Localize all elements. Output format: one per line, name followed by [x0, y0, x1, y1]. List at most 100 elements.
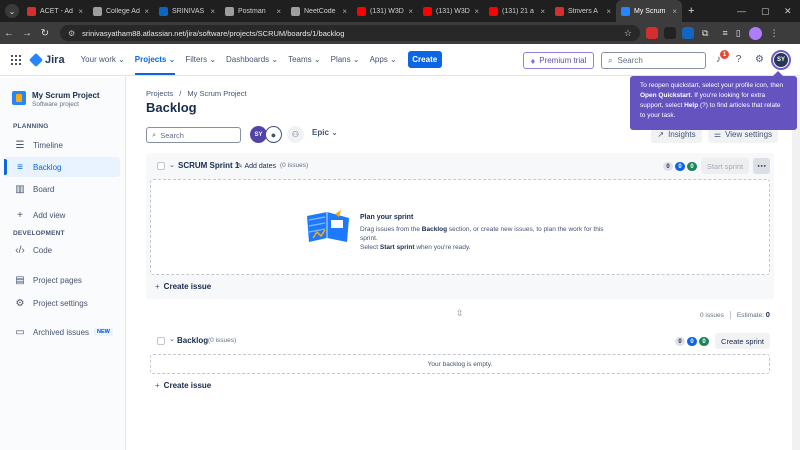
breadcrumb-separator: / [179, 89, 182, 98]
browser-menu-icon[interactable]: ⋮ [770, 28, 779, 39]
done-count-badge: 0 [687, 162, 697, 171]
close-tab-icon[interactable]: × [474, 7, 479, 16]
nav-projects[interactable]: Projects ⌄ [135, 55, 176, 64]
sidebar-item-add-view[interactable]: + Add view [5, 205, 120, 225]
sprint-select-checkbox[interactable] [157, 162, 165, 170]
plan-sprint-heading: Plan your sprint [360, 214, 414, 221]
inprogress-count-badge: 0 [687, 337, 697, 346]
help-icon[interactable]: ? [732, 53, 745, 66]
tab-favicon-icon [159, 6, 168, 16]
chevron-down-icon[interactable]: ⌄ [169, 335, 175, 343]
browser-tab[interactable]: NeetCode × [286, 0, 352, 22]
tab-search-icon[interactable]: ⌄ [5, 4, 19, 18]
side-panel-icon[interactable]: ▯ [736, 28, 741, 39]
nav-your-work[interactable]: Your work ⌄ [81, 55, 125, 64]
add-dates-link[interactable]: ✎ Add dates [237, 162, 276, 170]
backlog-select-checkbox[interactable] [157, 337, 165, 345]
browser-tab[interactable]: (131) W3D × [418, 0, 484, 22]
sidebar-item-archived-issues[interactable]: ▭ Archived issues NEW [5, 322, 120, 342]
start-sprint-button[interactable]: Start sprint [701, 158, 749, 174]
extension-icon[interactable] [682, 27, 694, 39]
close-tab-icon[interactable]: × [210, 7, 215, 16]
nav-plans[interactable]: Plans ⌄ [331, 55, 360, 64]
unassigned-user-icon[interactable]: ● [265, 126, 282, 143]
minimize-icon[interactable]: — [737, 0, 746, 22]
browser-tab[interactable]: (131) W3D × [352, 0, 418, 22]
timeline-icon: ☰ [15, 139, 25, 151]
sidebar-item-board[interactable]: ▥ Board [5, 179, 120, 199]
browser-tab[interactable]: My Scrum × [616, 0, 682, 22]
close-tab-icon[interactable]: × [540, 7, 545, 16]
nav-teams[interactable]: Teams ⌄ [288, 55, 321, 64]
backlog-search-input[interactable]: ⌕ Search [146, 127, 241, 143]
jira-logo[interactable]: Jira [28, 52, 65, 67]
forward-icon[interactable]: → [18, 28, 36, 39]
profile-avatar[interactable]: SY [771, 50, 791, 70]
backlog-name: Backlog [177, 336, 209, 345]
browser-tab[interactable]: ACET - Ad × [22, 0, 88, 22]
reading-list-icon[interactable]: ≡ [722, 28, 727, 38]
gem-icon: ♦ [530, 55, 536, 66]
create-button[interactable]: Create [407, 51, 442, 68]
pages-icon: ▤ [15, 274, 25, 286]
close-tab-icon[interactable]: × [276, 7, 281, 16]
epic-filter-dropdown[interactable]: Epic ⌄ [312, 128, 338, 137]
extensions-puzzle-icon[interactable]: ⧉ [702, 28, 708, 39]
site-info-icon[interactable]: ⚙ [68, 29, 75, 38]
sprint-issue-count: (0 issues) [280, 162, 309, 169]
back-icon[interactable]: ← [0, 28, 18, 39]
browser-tab[interactable]: (131) 21 a × [484, 0, 550, 22]
tab-title: SRINIVAS [172, 7, 205, 15]
close-tab-icon[interactable]: × [144, 7, 149, 16]
browser-tab[interactable]: Strivers A × [550, 0, 616, 22]
browser-profile-avatar[interactable] [748, 26, 762, 40]
search-icon: ⌕ [608, 55, 613, 65]
project-header[interactable]: My Scrum Project Software project [0, 77, 125, 108]
tab-title: My Scrum [634, 7, 666, 15]
sidebar-item-backlog[interactable]: ≡ Backlog [5, 157, 120, 177]
sprint-name: SCRUM Sprint 1 [178, 161, 240, 170]
sidebar-item-project-settings[interactable]: ⚙ Project settings [5, 293, 120, 313]
page-scrollbar[interactable]: ▲ [792, 77, 800, 450]
global-search-input[interactable]: ⌕ Search [601, 52, 706, 69]
app-switcher-icon[interactable] [11, 54, 21, 65]
close-tab-icon[interactable]: × [672, 7, 677, 16]
bookmark-star-icon[interactable]: ☆ [624, 28, 632, 39]
nav-dashboards[interactable]: Dashboards ⌄ [226, 55, 278, 64]
breadcrumb-projects[interactable]: Projects [146, 89, 173, 98]
maximize-icon[interactable]: ▢ [761, 0, 770, 22]
settings-gear-icon[interactable]: ⚙ [753, 53, 766, 66]
reload-icon[interactable]: ↻ [36, 28, 54, 39]
sidebar-item-timeline[interactable]: ☰ Timeline [5, 135, 120, 155]
browser-tab[interactable]: Postman × [220, 0, 286, 22]
resize-handle-icon[interactable]: ⇳ [456, 308, 464, 319]
close-tab-icon[interactable]: × [606, 7, 611, 16]
create-sprint-button[interactable]: Create sprint [715, 333, 770, 349]
url-input[interactable]: ⚙ srinivasyatham88.atlassian.net/jira/so… [60, 25, 640, 41]
more-actions-icon[interactable]: ⋯ [753, 158, 770, 174]
chevron-down-icon[interactable]: ⌄ [169, 161, 175, 169]
nav-filters[interactable]: Filters ⌄ [185, 55, 216, 64]
close-tab-icon[interactable]: × [78, 7, 83, 16]
close-window-icon[interactable]: ✕ [784, 0, 792, 22]
breadcrumb-project[interactable]: My Scrum Project [187, 89, 246, 98]
browser-tab[interactable]: SRINIVAS × [154, 0, 220, 22]
sprint-create-issue-button[interactable]: + Create issue [155, 282, 211, 291]
todo-count-badge: 0 [675, 337, 685, 346]
nav-apps[interactable]: Apps ⌄ [370, 55, 397, 64]
premium-trial-button[interactable]: ♦ Premium trial [523, 52, 594, 69]
add-people-icon[interactable]: ⚇ [287, 126, 304, 143]
extension-icon[interactable] [664, 27, 676, 39]
gear-icon: ⚙ [15, 297, 25, 309]
tab-title: (131) W3D [370, 7, 404, 15]
sidebar-item-project-pages[interactable]: ▤ Project pages [5, 270, 120, 290]
close-tab-icon[interactable]: × [342, 7, 347, 16]
close-tab-icon[interactable]: × [408, 7, 413, 16]
browser-tab[interactable]: College Ad × [88, 0, 154, 22]
tab-favicon-icon [357, 6, 366, 16]
backlog-create-issue-button[interactable]: + Create issue [155, 381, 211, 390]
sidebar-item-code[interactable]: ‹/› Code [5, 240, 120, 260]
extension-icon[interactable] [646, 27, 658, 39]
new-tab-icon[interactable]: + [688, 5, 694, 17]
board-icon: ▥ [15, 183, 25, 195]
